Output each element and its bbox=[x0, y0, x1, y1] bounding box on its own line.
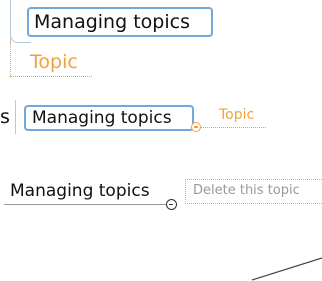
topic-edit-input[interactable]: Delete this topic bbox=[185, 179, 322, 204]
topic-underline bbox=[4, 204, 168, 205]
subtopic-node-new[interactable]: Topic bbox=[30, 50, 78, 74]
partial-text: s bbox=[0, 106, 10, 128]
new-topic-underline bbox=[200, 127, 266, 128]
subtopic-node-new[interactable]: Topic bbox=[219, 106, 254, 124]
collapse-toggle-icon[interactable] bbox=[166, 199, 177, 210]
branch-connector bbox=[15, 100, 16, 134]
topic-node-selected[interactable]: Managing topics bbox=[24, 105, 194, 131]
new-topic-underline bbox=[10, 76, 92, 77]
mindmap-fragment-delete-topic: Managing topics Delete this topic bbox=[0, 172, 322, 212]
topic-node-selected[interactable]: Managing topics bbox=[27, 7, 213, 37]
mindmap-fragment-selected-topic: Managing topics Topic bbox=[0, 0, 228, 88]
branch-connector-line bbox=[251, 257, 322, 281]
mindmap-fragment-add-subtopic: s Managing topics Topic bbox=[0, 98, 275, 138]
topic-node[interactable]: Managing topics bbox=[10, 180, 150, 202]
new-topic-connector bbox=[10, 42, 11, 76]
